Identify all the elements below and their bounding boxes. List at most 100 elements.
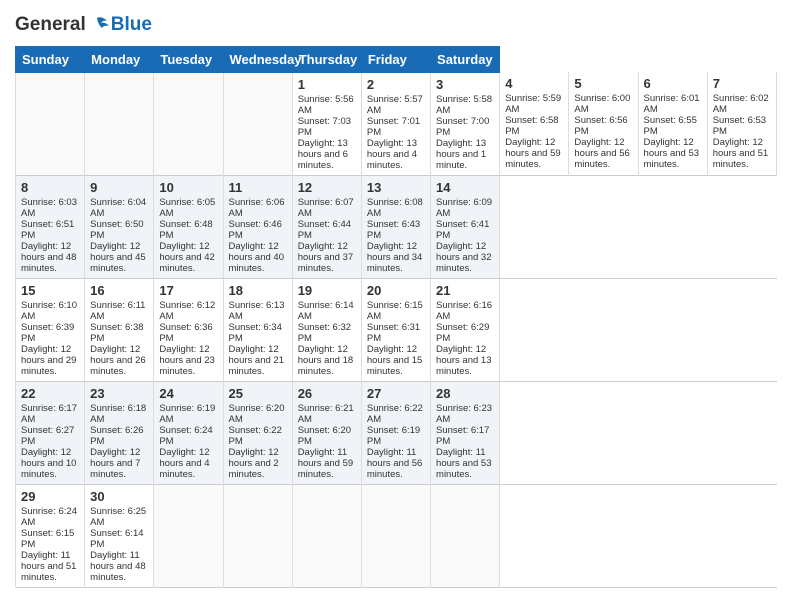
calendar-cell: 4Sunrise: 5:59 AMSunset: 6:58 PMDaylight… <box>500 72 569 175</box>
day-number: 2 <box>367 77 425 92</box>
day-number: 8 <box>21 180 79 195</box>
day-number: 11 <box>229 180 287 195</box>
calendar-cell: 7Sunrise: 6:02 AMSunset: 6:53 PMDaylight… <box>707 72 776 175</box>
sunrise-text: Sunrise: 6:09 AM <box>436 197 492 219</box>
sunset-text: Sunset: 6:55 PM <box>644 115 697 137</box>
calendar-week-row: 8Sunrise: 6:03 AMSunset: 6:51 PMDaylight… <box>16 175 777 278</box>
sunset-text: Sunset: 6:27 PM <box>21 425 74 447</box>
calendar-cell <box>85 72 154 175</box>
sunset-text: Sunset: 6:24 PM <box>159 425 212 447</box>
day-header-wednesday: Wednesday <box>223 46 292 72</box>
sunset-text: Sunset: 6:29 PM <box>436 322 489 344</box>
sunrise-text: Sunrise: 6:02 AM <box>713 93 769 115</box>
sunrise-text: Sunrise: 6:24 AM <box>21 506 77 528</box>
sunset-text: Sunset: 6:36 PM <box>159 322 212 344</box>
daylight-text: Daylight: 12 hours and 42 minutes. <box>159 241 214 274</box>
sunrise-text: Sunrise: 6:04 AM <box>90 197 146 219</box>
calendar-cell: 3Sunrise: 5:58 AMSunset: 7:00 PMDaylight… <box>431 72 500 175</box>
page-container: General Blue SundayMondayTuesdayWednesda… <box>0 0 792 612</box>
calendar-cell: 29Sunrise: 6:24 AMSunset: 6:15 PMDayligh… <box>16 484 85 587</box>
calendar-cell: 12 Sunrise: 6:07 AMSunset: 6:44 PMDayligh… <box>292 175 361 278</box>
sunrise-text: Sunrise: 6:22 AM <box>367 403 423 425</box>
calendar-cell: 1Sunrise: 5:56 AMSunset: 7:03 PMDaylight… <box>292 72 361 175</box>
day-number: 30 <box>90 489 148 504</box>
sunrise-text: Sunrise: 5:56 AM <box>298 94 354 116</box>
calendar-cell: 18Sunrise: 6:13 AMSunset: 6:34 PMDayligh… <box>223 278 292 381</box>
calendar-cell <box>16 72 85 175</box>
day-number: 3 <box>436 77 494 92</box>
daylight-text: Daylight: 12 hours and 56 minutes. <box>574 137 629 170</box>
sunset-text: Sunset: 6:51 PM <box>21 219 74 241</box>
daylight-text: Daylight: 12 hours and 18 minutes. <box>298 344 353 377</box>
day-number: 14 <box>436 180 494 195</box>
day-number: 10 <box>159 180 217 195</box>
day-number: 13 <box>367 180 425 195</box>
sunset-text: Sunset: 6:17 PM <box>436 425 489 447</box>
calendar-header-row: SundayMondayTuesdayWednesdayThursdayFrid… <box>16 46 777 72</box>
sunset-text: Sunset: 6:48 PM <box>159 219 212 241</box>
day-number: 24 <box>159 386 217 401</box>
sunrise-text: Sunrise: 6:18 AM <box>90 403 146 425</box>
sunset-text: Sunset: 6:58 PM <box>505 115 558 137</box>
calendar-cell: 16Sunrise: 6:11 AMSunset: 6:38 PMDayligh… <box>85 278 154 381</box>
daylight-text: Daylight: 12 hours and 48 minutes. <box>21 241 76 274</box>
sunrise-text: Sunrise: 6:21 AM <box>298 403 354 425</box>
sunset-text: Sunset: 7:01 PM <box>367 116 420 138</box>
sunset-text: Sunset: 6:53 PM <box>713 115 766 137</box>
daylight-text: Daylight: 12 hours and 15 minutes. <box>367 344 422 377</box>
sunrise-text: Sunrise: 6:23 AM <box>436 403 492 425</box>
calendar-cell <box>431 484 500 587</box>
sunset-text: Sunset: 6:44 PM <box>298 219 351 241</box>
calendar-cell: 15Sunrise: 6:10 AMSunset: 6:39 PMDayligh… <box>16 278 85 381</box>
daylight-text: Daylight: 13 hours and 4 minutes. <box>367 138 417 171</box>
daylight-text: Daylight: 12 hours and 23 minutes. <box>159 344 214 377</box>
daylight-text: Daylight: 12 hours and 32 minutes. <box>436 241 491 274</box>
calendar-cell: 27Sunrise: 6:22 AMSunset: 6:19 PMDayligh… <box>361 381 430 484</box>
sunrise-text: Sunrise: 6:14 AM <box>298 300 354 322</box>
sunrise-text: Sunrise: 6:11 AM <box>90 300 145 322</box>
sunset-text: Sunset: 6:22 PM <box>229 425 282 447</box>
logo-blue: Blue <box>111 15 152 36</box>
sunrise-text: Sunrise: 6:07 AM <box>298 197 354 219</box>
calendar-cell: 11Sunrise: 6:06 AMSunset: 6:46 PMDayligh… <box>223 175 292 278</box>
day-header-friday: Friday <box>361 46 430 72</box>
day-number: 15 <box>21 283 79 298</box>
sunset-text: Sunset: 6:50 PM <box>90 219 143 241</box>
day-number: 27 <box>367 386 425 401</box>
day-number: 28 <box>436 386 494 401</box>
day-number: 17 <box>159 283 217 298</box>
calendar-cell: 23Sunrise: 6:18 AMSunset: 6:26 PMDayligh… <box>85 381 154 484</box>
calendar-cell: 6Sunrise: 6:01 AMSunset: 6:55 PMDaylight… <box>638 72 707 175</box>
daylight-text: Daylight: 11 hours and 56 minutes. <box>367 447 422 480</box>
daylight-text: Daylight: 13 hours and 1 minute. <box>436 138 486 171</box>
day-number: 21 <box>436 283 494 298</box>
sunrise-text: Sunrise: 5:59 AM <box>505 93 561 115</box>
daylight-text: Daylight: 11 hours and 59 minutes. <box>298 447 353 480</box>
calendar-cell: 2Sunrise: 5:57 AMSunset: 7:01 PMDaylight… <box>361 72 430 175</box>
daylight-text: Daylight: 12 hours and 26 minutes. <box>90 344 145 377</box>
calendar-cell: 24Sunrise: 6:19 AMSunset: 6:24 PMDayligh… <box>154 381 223 484</box>
calendar-week-row: 29Sunrise: 6:24 AMSunset: 6:15 PMDayligh… <box>16 484 777 587</box>
day-number: 29 <box>21 489 79 504</box>
calendar-week-row: 22Sunrise: 6:17 AMSunset: 6:27 PMDayligh… <box>16 381 777 484</box>
calendar-cell <box>154 484 223 587</box>
sunset-text: Sunset: 6:31 PM <box>367 322 420 344</box>
sunset-text: Sunset: 6:38 PM <box>90 322 143 344</box>
sunset-text: Sunset: 6:56 PM <box>574 115 627 137</box>
page-header: General Blue <box>15 15 777 36</box>
daylight-text: Daylight: 12 hours and 37 minutes. <box>298 241 353 274</box>
calendar-cell: 8Sunrise: 6:03 AMSunset: 6:51 PMDaylight… <box>16 175 85 278</box>
day-number: 12 <box>298 180 356 195</box>
calendar-cell <box>292 484 361 587</box>
sunrise-text: Sunrise: 6:12 AM <box>159 300 215 322</box>
day-number: 4 <box>505 76 563 91</box>
sunrise-text: Sunrise: 6:00 AM <box>574 93 630 115</box>
day-header-tuesday: Tuesday <box>154 46 223 72</box>
sunrise-text: Sunrise: 5:58 AM <box>436 94 492 116</box>
daylight-text: Daylight: 12 hours and 2 minutes. <box>229 447 279 480</box>
day-number: 22 <box>21 386 79 401</box>
calendar-cell: 25Sunrise: 6:20 AMSunset: 6:22 PMDayligh… <box>223 381 292 484</box>
calendar-cell: 30Sunrise: 6:25 AMSunset: 6:14 PMDayligh… <box>85 484 154 587</box>
calendar-table: SundayMondayTuesdayWednesdayThursdayFrid… <box>15 46 777 588</box>
sunset-text: Sunset: 6:15 PM <box>21 528 74 550</box>
